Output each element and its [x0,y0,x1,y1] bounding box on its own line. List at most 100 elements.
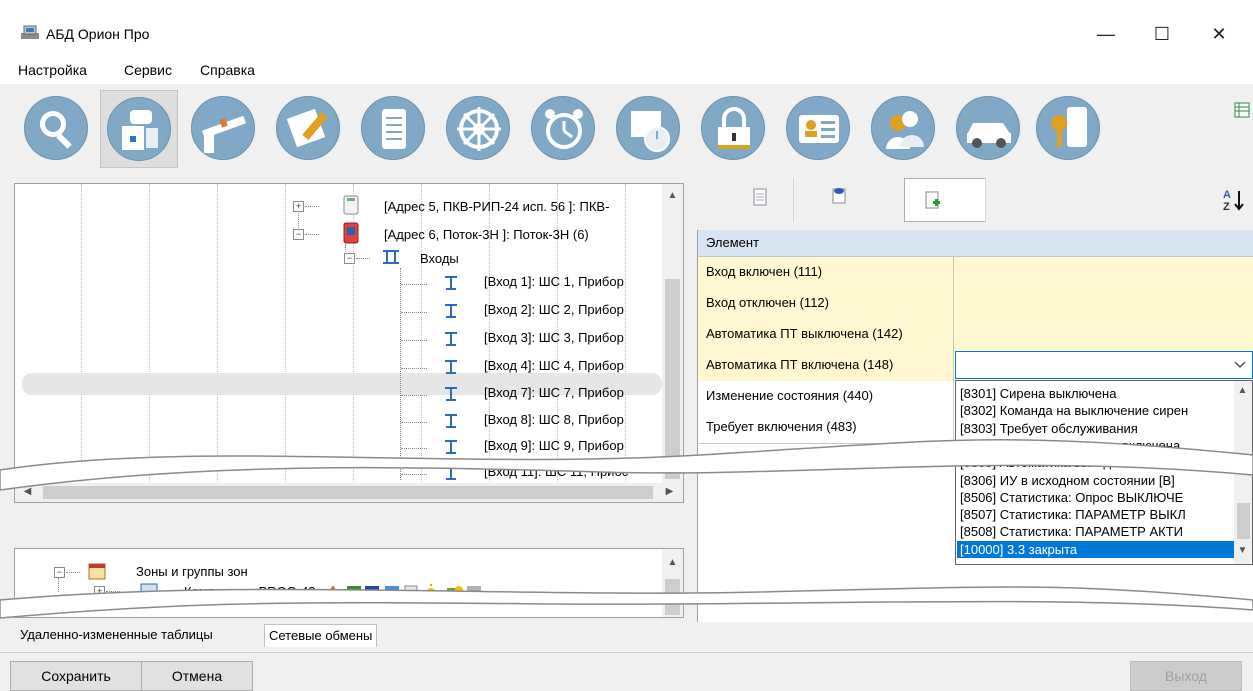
menu-bar: Настройка Сервис Справка [0,58,1253,84]
event-select[interactable] [955,351,1253,379]
input-icon [445,440,457,454]
alarm-clock-icon [545,109,583,149]
dropdown-option[interactable]: [8507] Статистика: ПАРАМЕТР ВЫКЛ [960,506,1186,523]
grid-cell-value[interactable] [954,319,1253,350]
menu-settings[interactable]: Настройка [18,62,87,78]
plans-button[interactable] [270,90,348,168]
zones-vertical-scrollbar[interactable]: ▲ [662,549,683,617]
lock-icon [718,107,750,149]
collapse-toggle[interactable]: − [293,229,304,240]
vehicles-button[interactable] [950,90,1028,168]
search-icon [40,111,72,149]
zones-root-label[interactable]: Зоны и группы зон [136,564,248,579]
grid-cell-value[interactable] [954,257,1253,288]
wheel-icon [457,107,501,151]
grid-row[interactable]: Вход отключен (112) [698,288,1253,320]
users-button[interactable] [865,90,943,168]
access-button[interactable] [695,90,773,168]
inputs-group-icon [383,250,399,264]
input-icon [445,466,457,480]
input-icon [445,360,457,374]
device-icon [343,195,359,215]
grid-header-label: Элемент [706,235,760,250]
dropdown-option[interactable]: [8302] Команда на выключение сирен [960,402,1188,419]
tree-vertical-scrollbar[interactable]: ▲ [662,184,683,484]
devices-button[interactable] [100,90,178,168]
sort-az-icon[interactable]: AZ [1223,188,1245,212]
expand-toggle[interactable]: + [293,201,304,212]
cards-button[interactable] [780,90,858,168]
device-icon [122,110,158,150]
input-icon [445,304,457,318]
car-icon [967,123,1011,148]
dropdown-option[interactable]: [8304] Автоматика выхода включена [960,437,1180,454]
grid-cell-value[interactable] [954,288,1253,319]
button-bar: Сохранить Отмена Выход [0,652,1253,691]
close-button[interactable]: ✕ [1196,18,1242,50]
dropdown-option[interactable]: [8301] Сирена выключена [960,385,1116,402]
chevron-down-icon[interactable] [1234,361,1246,369]
expand-toggle[interactable]: + [94,586,105,597]
keys-button[interactable] [1030,90,1108,168]
schedule-button[interactable] [610,90,688,168]
calendar-icon [88,563,106,580]
barriers-button[interactable] [185,90,263,168]
search-button[interactable] [18,90,96,168]
collapse-toggle[interactable]: − [344,253,355,264]
cancel-button[interactable]: Отмена [141,661,253,691]
comment-view-button[interactable] [805,178,887,222]
menu-help[interactable]: Справка [200,62,255,78]
status-icons [323,584,583,602]
menu-service[interactable]: Сервис [124,62,172,78]
collapse-toggle[interactable]: − [54,567,65,578]
tab-remote-tables[interactable]: Удаленно-измененные таблицы [16,624,217,646]
page-add-icon [925,191,940,209]
title-bar: АБД Орион Про — ☐ ✕ [0,0,1253,58]
dropdown-option[interactable]: [8303] Требует обслуживания [960,420,1138,437]
input-icon [445,387,457,401]
bottom-tabs: Удаленно-измененные таблицы Сетевые обме… [0,622,1253,652]
reports-button[interactable] [355,90,433,168]
control-button[interactable] [440,90,518,168]
columns-icon[interactable] [1234,102,1250,118]
grid-row[interactable]: Вход включен (111) [698,257,1253,289]
main-toolbar [0,84,1253,174]
alarm-button[interactable] [525,90,603,168]
save-button[interactable]: Сохранить [10,661,142,691]
zones-tree[interactable] [14,548,684,618]
dropdown-option[interactable]: [8306] ИУ в исходном состоянии [В] [960,472,1175,489]
dropdown-option[interactable]: [10000] 3.3 закрыта [957,540,1237,558]
exit-button[interactable]: Выход [1130,661,1242,691]
tab-network-exchange[interactable]: Сетевые обмены [264,624,378,647]
plan-icon [286,108,328,148]
event-dropdown-list[interactable]: [8301] Сирена выключена [8302] Команда на… [955,380,1253,565]
grid-row[interactable]: Автоматика ПТ выключена (142) [698,319,1253,351]
dropdown-option[interactable]: [8506] Статистика: Опрос ВЫКЛЮЧЕ [960,489,1183,506]
app-icon [21,25,39,39]
dropdown-option[interactable]: [8305] Автоматика выхода выключен [960,454,1182,471]
add-event-view-button[interactable] [904,178,986,222]
svg-text:Z: Z [1223,201,1230,212]
grid-cell-name: Вход отключен (112) [698,288,954,319]
dropdown-option[interactable]: [8508] Статистика: ПАРАМЕТР АКТИ [960,523,1183,540]
id-card-icon [799,115,839,143]
properties-view-button[interactable] [721,178,803,222]
computer-icon [140,583,158,598]
svg-text:A: A [1223,189,1231,201]
computer-label[interactable]: Компьютер: PROG-43 [184,584,316,599]
minimize-button[interactable]: — [1083,18,1129,50]
dropdown-scrollbar[interactable]: ▲ ▼ [1234,381,1252,564]
input-icon [445,414,457,428]
grid-cell-name: Автоматика ПТ выключена (142) [698,319,954,350]
grid-header: Элемент [698,230,1253,257]
input-icon [445,332,457,346]
grid-cell-name: Требует включения (483) [698,412,954,443]
schedule-icon [631,111,670,152]
users-icon [886,111,924,149]
maximize-button[interactable]: ☐ [1139,18,1185,50]
tree-horizontal-scrollbar[interactable]: ◀ ▶ [15,483,683,502]
window-title: АБД Орион Про [46,26,150,42]
properties-toolbar: AZ [697,172,1253,230]
page-comment-icon [832,188,846,204]
document-icon [382,109,406,149]
